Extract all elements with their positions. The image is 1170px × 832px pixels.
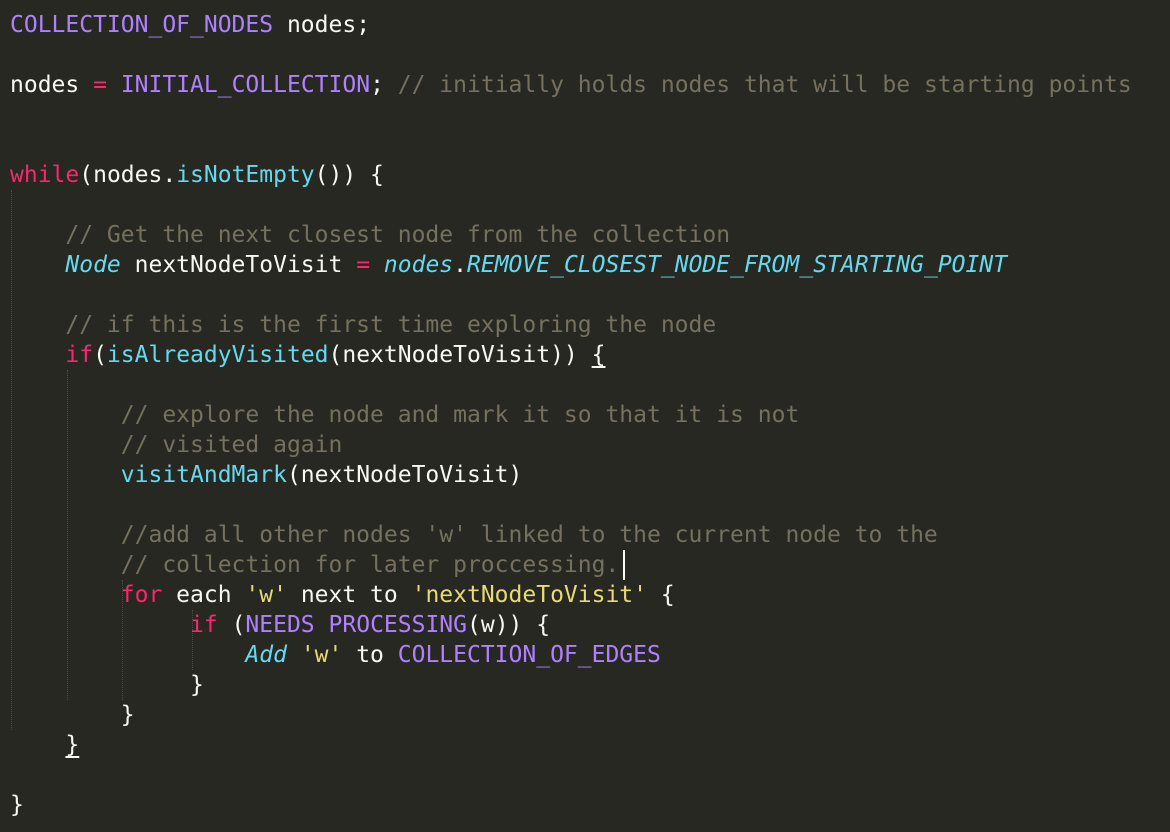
code-token-default bbox=[10, 432, 121, 458]
code-line[interactable]: // if this is the first time exploring t… bbox=[10, 310, 716, 340]
code-token-default: ; bbox=[370, 72, 398, 98]
code-line[interactable]: // Get the next closest node from the co… bbox=[10, 220, 730, 250]
code-token-constant: NEEDS bbox=[245, 612, 315, 638]
code-token-constant: COLLECTION_OF_EDGES bbox=[397, 642, 661, 668]
code-token-constant: COLLECTION_OF_NODES bbox=[10, 12, 274, 38]
code-token-bracket-match: } bbox=[65, 732, 80, 758]
code-token-default bbox=[10, 342, 65, 368]
code-line[interactable]: if(isAlreadyVisited(nextNodeToVisit)) { bbox=[10, 340, 605, 370]
code-token-default: ( bbox=[217, 612, 246, 638]
code-token-default: nextNodeToVisit bbox=[120, 252, 357, 278]
code-token-default: ()) { bbox=[314, 162, 384, 188]
code-token-type: Add bbox=[245, 642, 287, 668]
code-token-default: } bbox=[10, 792, 24, 818]
code-token-default: } bbox=[10, 702, 135, 728]
code-token-default: ( bbox=[93, 342, 107, 368]
code-token-default bbox=[10, 732, 65, 758]
code-token-default: (nodes. bbox=[79, 162, 177, 188]
code-token-default bbox=[107, 72, 121, 98]
code-token-operator: = bbox=[93, 72, 107, 98]
code-token-keyword: if bbox=[190, 612, 218, 638]
code-token-default: (nextNodeToVisit)) bbox=[328, 342, 592, 368]
code-token-default: } bbox=[10, 672, 204, 698]
code-token-default: { bbox=[647, 582, 675, 608]
code-token-default bbox=[10, 252, 65, 278]
code-line[interactable]: } bbox=[10, 730, 79, 760]
code-token-method-italic: REMOVE_CLOSEST_NODE_FROM_STARTING_POINT bbox=[467, 252, 1008, 278]
code-token-function: isNotEmpty bbox=[176, 162, 315, 188]
text-cursor bbox=[622, 550, 625, 580]
code-token-string: 'w' bbox=[245, 582, 287, 608]
code-token-operator: = bbox=[356, 252, 371, 278]
code-token-default bbox=[370, 252, 384, 278]
code-editor[interactable]: COLLECTION_OF_NODES nodes; nodes = INITIA… bbox=[0, 0, 1170, 832]
code-token-comment: // visited again bbox=[120, 432, 343, 458]
code-line[interactable]: nodes = INITIAL_COLLECTION; // initially… bbox=[10, 70, 1132, 100]
code-token-default: nodes; bbox=[273, 12, 371, 38]
code-token-default: (w)) { bbox=[467, 612, 551, 638]
code-token-comment: // Get the next closest node from the co… bbox=[65, 222, 731, 248]
code-line[interactable]: Node nextNodeToVisit = nodes.REMOVE_CLOS… bbox=[10, 250, 1007, 280]
code-line[interactable]: } bbox=[10, 670, 204, 700]
code-line[interactable]: COLLECTION_OF_NODES nodes; bbox=[10, 10, 370, 40]
code-token-default: nodes bbox=[10, 72, 94, 98]
code-line[interactable]: visitAndMark(nextNodeToVisit) bbox=[10, 460, 523, 490]
code-line[interactable]: Add 'w' to COLLECTION_OF_EDGES bbox=[10, 640, 661, 670]
code-line[interactable]: // explore the node and mark it so that … bbox=[10, 400, 800, 430]
code-token-comment: // collection for later proccessing. bbox=[120, 552, 620, 578]
code-token-bracket-match: { bbox=[591, 342, 606, 368]
code-token-string: 'w' bbox=[300, 642, 343, 668]
code-line[interactable]: for each 'w' next to 'nextNodeToVisit' { bbox=[10, 580, 675, 610]
code-line[interactable]: //add all other nodes 'w' linked to the … bbox=[10, 520, 938, 550]
code-line[interactable]: } bbox=[10, 790, 24, 820]
code-token-comment: // initially holds nodes that will be st… bbox=[397, 72, 1132, 98]
code-token-string: 'nextNodeToVisit' bbox=[411, 582, 647, 608]
code-line[interactable]: // collection for later proccessing. bbox=[10, 550, 620, 580]
code-token-default bbox=[10, 402, 121, 428]
code-token-default: next to bbox=[286, 582, 412, 608]
code-token-default bbox=[10, 612, 190, 638]
code-line[interactable]: } bbox=[10, 700, 135, 730]
code-token-default bbox=[287, 642, 301, 668]
code-token-comment: // explore the node and mark it so that … bbox=[120, 402, 800, 428]
code-token-default bbox=[10, 642, 245, 668]
code-token-default: . bbox=[453, 252, 468, 278]
code-token-default bbox=[10, 462, 121, 488]
code-token-keyword: for bbox=[120, 582, 163, 608]
code-token-default bbox=[10, 222, 65, 248]
code-token-method-italic: nodes bbox=[383, 252, 454, 278]
code-token-constant: PROCESSING bbox=[328, 612, 468, 638]
code-token-comment: //add all other nodes 'w' linked to the … bbox=[120, 522, 938, 548]
code-line[interactable]: // visited again bbox=[10, 430, 343, 460]
code-token-default: (nextNodeToVisit) bbox=[286, 462, 523, 488]
code-line[interactable]: if (NEEDS PROCESSING(w)) { bbox=[10, 610, 550, 640]
code-token-keyword: if bbox=[65, 342, 94, 368]
code-token-default bbox=[10, 312, 65, 338]
code-token-comment: // if this is the first time exploring t… bbox=[65, 312, 717, 338]
code-line[interactable]: while(nodes.isNotEmpty()) { bbox=[10, 160, 384, 190]
code-token-type: Node bbox=[65, 252, 121, 278]
code-token-default bbox=[10, 552, 121, 578]
code-token-default: each bbox=[162, 582, 246, 608]
code-token-keyword: while bbox=[10, 162, 80, 188]
code-token-default bbox=[10, 522, 121, 548]
code-token-function: visitAndMark bbox=[120, 462, 287, 488]
code-token-default bbox=[10, 582, 121, 608]
code-token-function: isAlreadyVisited bbox=[106, 342, 329, 368]
code-token-default: to bbox=[342, 642, 398, 668]
code-token-default bbox=[315, 612, 329, 638]
code-token-constant: INITIAL_COLLECTION bbox=[120, 72, 371, 98]
